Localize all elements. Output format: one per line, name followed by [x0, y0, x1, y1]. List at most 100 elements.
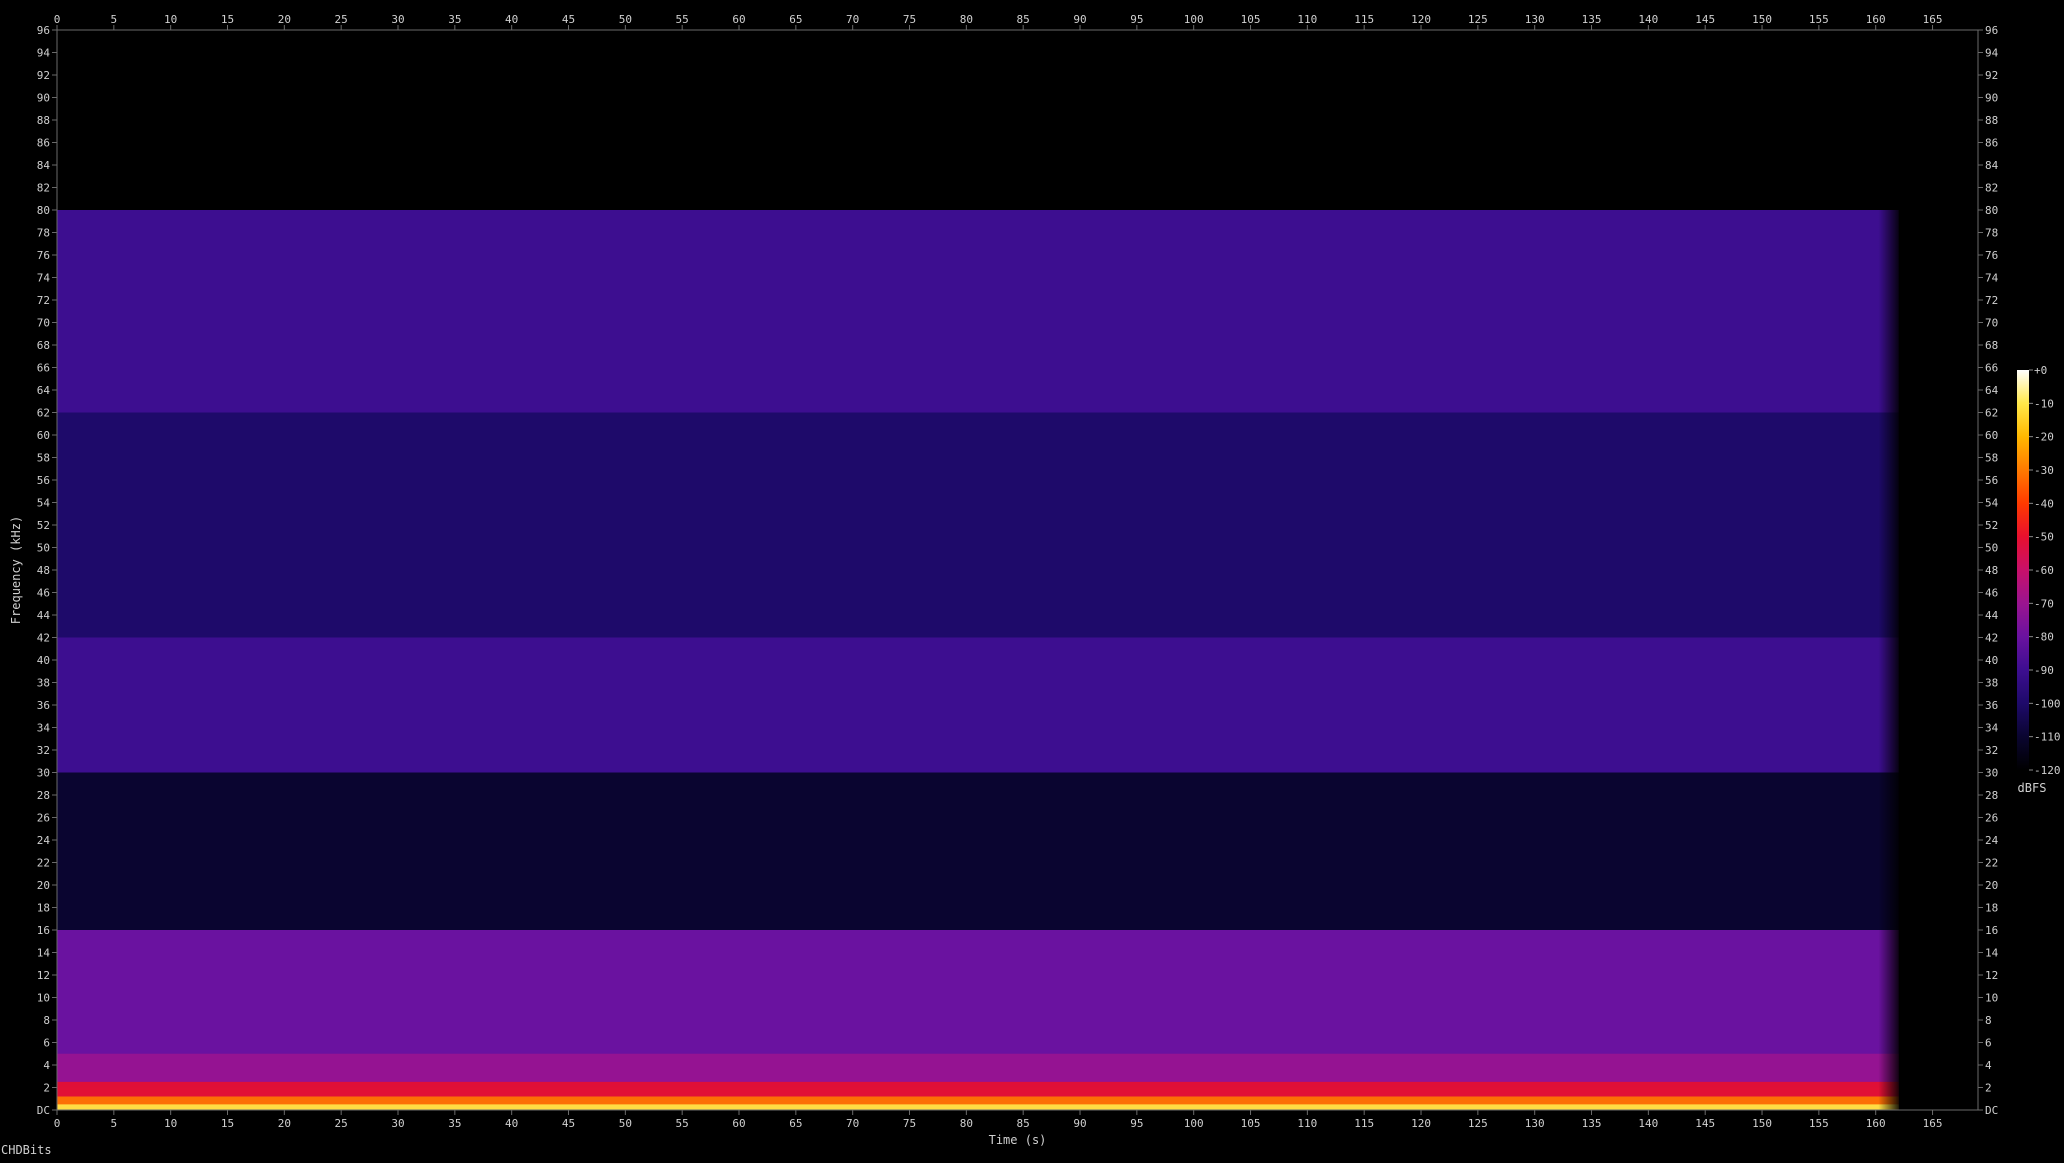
x-tick-label: 50	[619, 1117, 632, 1130]
x-tick-label: 150	[1752, 13, 1772, 26]
y-tick-label: 70	[1985, 317, 1998, 330]
x-tick-label: 90	[1073, 13, 1086, 26]
y-tick-label: 94	[37, 47, 51, 60]
x-tick-label: 95	[1130, 13, 1143, 26]
x-tick-label: 55	[676, 1117, 689, 1130]
y-tick-label: 42	[1985, 632, 1998, 645]
watermark: CHDBits	[1, 1143, 52, 1157]
spectrogram-band	[57, 30, 1899, 210]
colorbar-gradient	[2017, 370, 2029, 770]
colorbar-tick-label: -70	[2034, 597, 2054, 610]
x-tick-label: 160	[1866, 13, 1886, 26]
y-tick-label: 54	[1985, 497, 1999, 510]
y-tick-label: 92	[37, 69, 50, 82]
colorbar-tick-label: -50	[2034, 531, 2054, 544]
x-tick-label: 15	[221, 1117, 234, 1130]
y-tick-label: 8	[43, 1014, 50, 1027]
x-tick-label: 150	[1752, 1117, 1772, 1130]
x-tick-label: 20	[278, 1117, 291, 1130]
spectrogram-band	[57, 772, 1899, 930]
colorbar-tick-label: -120	[2034, 764, 2061, 777]
x-tick-label: 5	[111, 1117, 118, 1130]
spectrogram-view: 0 5 10 15 20 25 30 35 40 45 50 55 60 65 70 75 80 85 90 95 10…	[0, 0, 2064, 1158]
x-tick-label: 140	[1638, 1117, 1658, 1130]
colorbar-tick-label: -110	[2034, 731, 2061, 744]
x-tick-label: 110	[1297, 13, 1317, 26]
y-tick-label: 38	[1985, 677, 1998, 690]
y-tick-label: 84	[1985, 159, 1999, 172]
spectrogram-image	[57, 30, 1899, 1110]
x-tick-label: 85	[1017, 13, 1030, 26]
x-tick-label: 25	[335, 1117, 348, 1130]
x-tick-label: 70	[846, 13, 859, 26]
signal-end-fade	[1878, 210, 1899, 1110]
x-tick-label: 50	[619, 13, 632, 26]
y-tick-label: 90	[37, 92, 50, 105]
y-tick-label: 60	[1985, 429, 1998, 442]
x-tick-label: 15	[221, 13, 234, 26]
x-tick-label: 55	[676, 13, 689, 26]
y-tick-label: 8	[1985, 1014, 1992, 1027]
colorbar: +0 -10 -20 -30 -40 -50 -60 -70 -80 -90 -100 -110 -12…	[2017, 364, 2061, 777]
y-tick-label: 90	[1985, 92, 1998, 105]
y-tick-label: 46	[37, 587, 50, 600]
low-frequency-energy	[57, 1104, 1899, 1110]
y-tick-label: 16	[1985, 924, 1998, 937]
x-axis-top: 0 5 10 15 20 25 30 35 40 45 50 55 60 65 70 75 80 85 90 95 10…	[54, 13, 1942, 30]
x-tick-label: 5	[111, 13, 118, 26]
x-tick-label: 125	[1468, 13, 1488, 26]
x-tick-label: 40	[505, 1117, 518, 1130]
y-tick-label: 10	[1985, 992, 1998, 1005]
x-axis-bottom: 0 5 10 15 20 25 30 35 40 45 50 55 60 65 70 75 80 85 90 95 10…	[54, 1110, 1942, 1130]
x-tick-label: 80	[960, 1117, 973, 1130]
x-tick-label: 70	[846, 1117, 859, 1130]
y-tick-label: 72	[1985, 294, 1998, 307]
x-tick-label: 20	[278, 13, 291, 26]
x-tick-label: 155	[1809, 1117, 1829, 1130]
x-tick-label: 115	[1354, 1117, 1374, 1130]
y-tick-label: 52	[37, 519, 50, 532]
y-tick-label: 18	[37, 902, 50, 915]
y-tick-label: 56	[37, 474, 50, 487]
y-tick-label: 30	[1985, 767, 1998, 780]
y-tick-label: 32	[37, 744, 50, 757]
y-tick-label: 50	[1985, 542, 1998, 555]
y-tick-label: 78	[1985, 227, 1998, 240]
y-tick-label: 72	[37, 294, 50, 307]
y-tick-label: 14	[1985, 947, 1999, 960]
y-tick-label: 84	[37, 159, 51, 172]
x-tick-label: 30	[391, 1117, 404, 1130]
colorbar-tick-label: -60	[2034, 564, 2054, 577]
y-tick-label: 22	[1985, 857, 1998, 870]
x-tick-label: 155	[1809, 13, 1829, 26]
y-tick-label: 78	[37, 227, 50, 240]
y-tick-label: 58	[1985, 452, 1998, 465]
x-tick-label: 80	[960, 13, 973, 26]
x-axis-label: Time (s)	[989, 1133, 1047, 1147]
colorbar-tick-label: -10	[2034, 397, 2054, 410]
y-tick-label: 26	[37, 812, 50, 825]
x-tick-label: 10	[164, 13, 177, 26]
y-tick-label: 82	[37, 182, 50, 195]
y-tick-label: 48	[1985, 564, 1998, 577]
y-tick-label: DC	[1985, 1104, 1998, 1117]
y-tick-label: 60	[37, 429, 50, 442]
y-tick-label: 18	[1985, 902, 1998, 915]
y-tick-label: 76	[37, 249, 50, 262]
y-tick-label: 66	[1985, 362, 1998, 375]
x-tick-label: 110	[1297, 1117, 1317, 1130]
y-tick-label: 26	[1985, 812, 1998, 825]
x-tick-label: 115	[1354, 13, 1374, 26]
x-tick-label: 125	[1468, 1117, 1488, 1130]
x-tick-label: 130	[1525, 1117, 1545, 1130]
x-tick-label: 45	[562, 13, 575, 26]
y-tick-label: 16	[37, 924, 50, 937]
y-tick-label: 96	[37, 24, 50, 37]
x-tick-label: 60	[732, 1117, 745, 1130]
y-tick-label: 34	[37, 722, 51, 735]
colorbar-tick-label: -100	[2034, 697, 2061, 710]
y-tick-label: 14	[37, 947, 51, 960]
y-tick-label: 88	[37, 114, 50, 127]
x-tick-label: 105	[1241, 1117, 1261, 1130]
y-tick-label: 64	[1985, 384, 1999, 397]
